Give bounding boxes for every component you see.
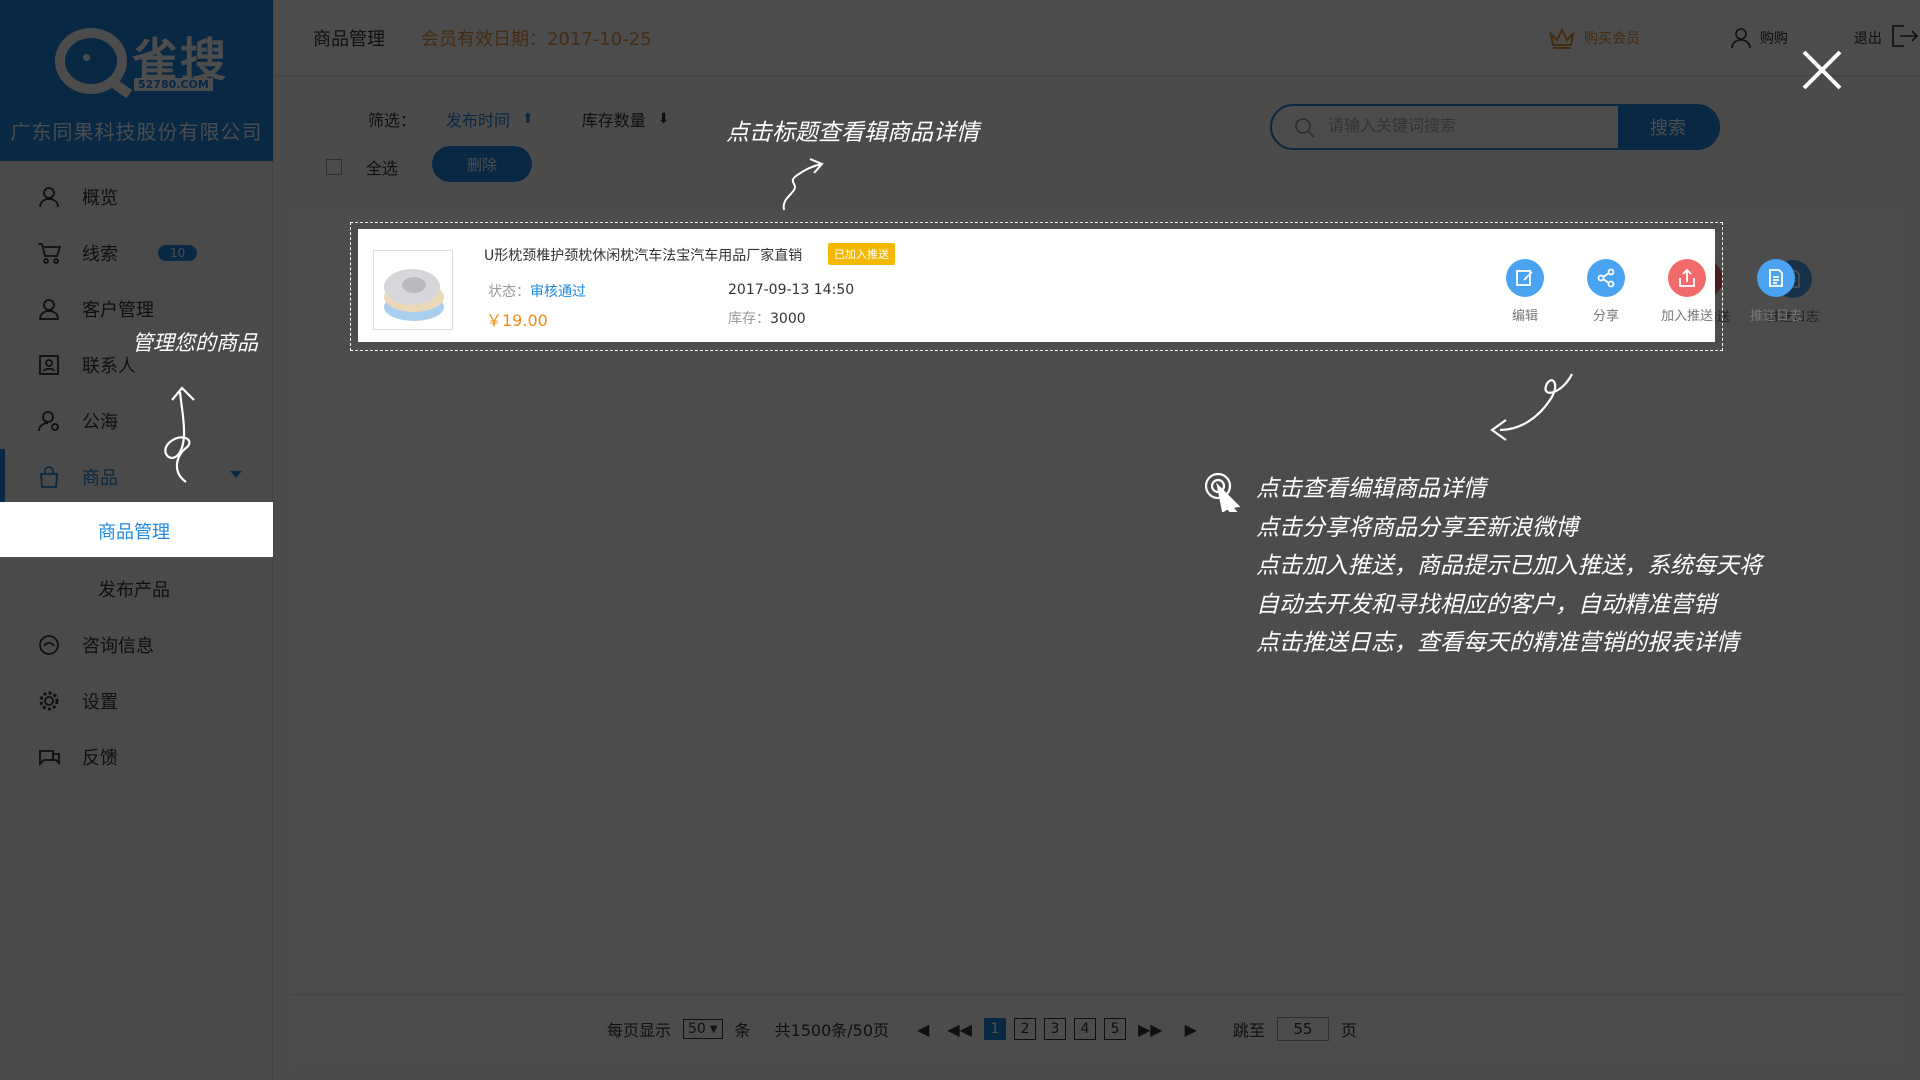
logo-icon [55,28,127,94]
logout-icon [1890,24,1920,52]
sidebar-item-label: 概览 [82,188,118,209]
sidebar-item-label: 反馈 [82,748,118,769]
sort-by-stock[interactable]: 库存数量 [582,107,646,131]
filter-label: 筛选： [368,111,417,130]
per-page-select[interactable]: 50 ▼ [683,1019,723,1039]
sidebar-item-leads[interactable]: 线索 10 [0,225,272,281]
total-count: 共1500条/50页 [774,1021,890,1040]
sidebar-item-label: 设置 [82,692,118,713]
guide-line: 点击推送日志，查看每天的精准营销的报表详情 [1256,630,1739,656]
crown-icon [1548,26,1576,50]
feedback-icon [36,744,62,770]
guide-line: 点击加入推送，商品提示已加入推送，系统每天将 [1256,553,1762,579]
close-icon [1802,50,1842,90]
public-sea-icon [36,408,62,434]
select-all-checkbox[interactable] [326,159,342,175]
spotlight-product-management[interactable]: 商品管理 [0,502,273,557]
sidebar-item-label: 咨询信息 [82,636,154,657]
customer-icon [36,296,62,322]
sidebar-nav: 概览 线索 10 客户管理 联系人 公海 商品 商品管理 发布产品 [0,169,272,785]
buy-vip-label: 购买会员 [1584,31,1640,47]
user-name: 购购 [1760,31,1788,47]
brand-domain: 52780.COM [134,78,213,91]
sidebar-item-consult[interactable]: 咨询信息 [0,617,272,673]
company-name: 广东同果科技股份有限公司 [10,120,263,144]
cart-icon [36,240,62,266]
brand-header: 雀搜 52780.COM 广东同果科技股份有限公司 [0,0,273,161]
title-hint-text: 点击标题查看辑商品详情 [726,120,979,146]
logout-button[interactable]: 退出 [1854,24,1920,52]
contact-icon [36,352,62,378]
page-number[interactable]: 2 [1013,1018,1036,1040]
page-title: 商品管理 [313,28,385,50]
push-log-button[interactable]: 推送日志 [1740,259,1812,324]
user-icon [36,184,62,210]
guide-line: 点击分享将商品分享至新浪微博 [1256,514,1578,541]
search-button[interactable]: 搜索 [1618,106,1718,148]
prev-page-button[interactable]: ◀ [917,1020,929,1039]
curved-arrow-down-icon [1490,373,1573,441]
jump-label: 跳至 [1232,1021,1265,1040]
select-all-label: 全选 [366,159,399,178]
per-page-unit: 条 [734,1021,751,1040]
push-log-label: 推送日志 [1749,309,1802,324]
log-icon [1757,259,1795,297]
curved-arrow-up-icon [782,158,824,211]
sidebar-item-public-sea[interactable]: 公海 [0,393,272,449]
jump-page-input[interactable]: 55 [1276,1017,1329,1041]
buy-vip-button[interactable]: 购买会员 [1548,26,1640,50]
user-avatar-icon [1730,27,1752,49]
per-page-value: 50 [688,1021,706,1037]
curved-arrow-up-icon [164,386,195,483]
search-box: 搜索 [1270,104,1720,150]
bag-icon [36,464,62,490]
sidebar-item-label: 公海 [82,412,118,433]
sidebar-item-label: 商品 [82,468,118,489]
sidebar-subitem-publish-product[interactable]: 发布产品 [0,561,272,617]
sidebar-item-label: 客户管理 [82,300,154,321]
page-number[interactable]: 3 [1043,1018,1066,1040]
gear-icon [36,688,62,714]
guide-line: 点击查看编辑商品详情 [1256,476,1486,502]
search-input[interactable] [1272,106,1618,148]
sidebar-item-overview[interactable]: 概览 [0,169,272,225]
close-guide-button[interactable] [1800,48,1844,92]
pagination: 每页显示 50 ▼ 条 共1500条/50页 ◀ ◀◀ 1 2 3 4 5 ▶▶ … [290,994,1904,1041]
chevron-down-icon: ▼ [709,1023,718,1035]
page-number[interactable]: 1 [983,1018,1006,1040]
page-number[interactable]: 5 [1103,1018,1126,1040]
guide-instructions: 点击查看编辑商品详情 点击分享将商品分享至新浪微博 点击加入推送，商品提示已加入… [1256,470,1762,663]
sidebar-item-feedback[interactable]: 反馈 [0,729,272,785]
focus-dashed-frame [350,222,1723,351]
user-menu[interactable]: 购购 [1730,27,1788,49]
sidebar-item-label: 线索 [82,244,118,265]
page-number[interactable]: 4 [1073,1018,1096,1040]
sort-up-icon[interactable]: ⬆ [522,111,534,127]
consult-icon [36,632,62,658]
sort-by-time[interactable]: 发布时间 [446,107,510,131]
chevron-down-icon [230,471,242,478]
guide-line: 自动去开发和寻找相应的客户，自动精准营销 [1256,591,1716,618]
page-suffix: 页 [1340,1021,1357,1040]
per-page-label: 每页显示 [607,1021,672,1040]
leads-count-badge: 10 [158,245,198,261]
sidebar-subitem-label: 发布产品 [98,580,170,601]
manage-hint-text: 管理您的商品 [132,331,258,355]
sidebar-item-products[interactable]: 商品 [0,449,272,505]
sort-down-icon[interactable]: ⬇ [658,111,670,127]
sidebar-item-label: 联系人 [82,356,136,377]
membership-expire-date: 会员有效日期：2017-10-25 [421,28,652,50]
sidebar-item-settings[interactable]: 设置 [0,673,272,729]
click-hand-icon [1204,472,1241,512]
last-page-button[interactable]: ▶▶ [1138,1020,1163,1039]
next-page-button[interactable]: ▶ [1185,1020,1197,1039]
top-bar: 商品管理 会员有效日期：2017-10-25 购买会员 购购 退出 [274,0,1920,76]
delete-button[interactable]: 删除 [432,146,532,182]
search-icon [1294,117,1316,143]
filter-bar: 筛选： 发布时间 ⬆ 库存数量 ⬇ [368,107,670,131]
logout-label: 退出 [1854,31,1882,47]
first-page-button[interactable]: ◀◀ [947,1020,972,1039]
select-all[interactable]: 全选 [326,155,398,179]
spotlight-label: 商品管理 [98,522,170,543]
